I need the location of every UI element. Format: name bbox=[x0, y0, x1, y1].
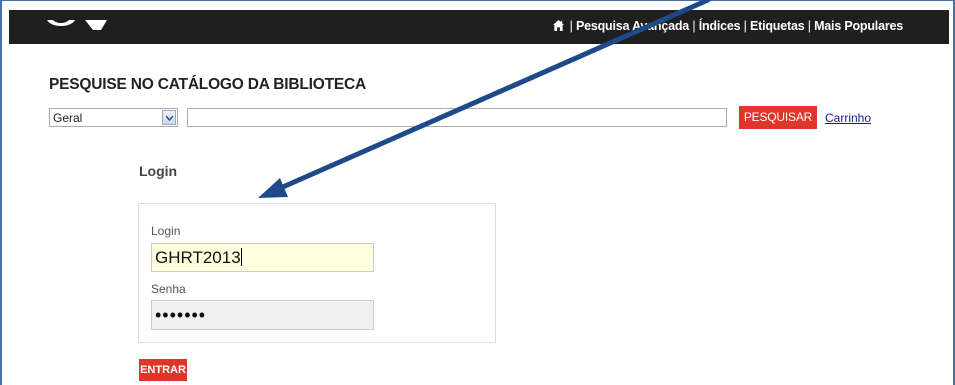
nav-link-advanced-search[interactable]: Pesquisa Avançada bbox=[576, 19, 689, 33]
search-query-input[interactable] bbox=[187, 108, 727, 127]
nav-link-tags[interactable]: Etiquetas bbox=[750, 19, 805, 33]
search-scope-select[interactable]: Geral bbox=[49, 108, 178, 127]
nav-separator: | bbox=[807, 19, 811, 33]
text-caret bbox=[240, 248, 242, 266]
login-submit-button[interactable]: ENTRAR bbox=[139, 359, 187, 381]
home-icon[interactable] bbox=[553, 20, 565, 31]
catalog-search-title: PESQUISE NO CATÁLOGO DA BIBLIOTECA bbox=[49, 76, 366, 93]
login-heading: Login bbox=[139, 163, 178, 179]
library-logo bbox=[47, 20, 107, 30]
nav-link-most-popular[interactable]: Mais Populares bbox=[814, 19, 903, 33]
chevron-down-icon[interactable] bbox=[162, 110, 176, 125]
login-form: Login GHRT2013 Senha ••••••• bbox=[138, 203, 496, 343]
password-field[interactable]: ••••••• bbox=[151, 300, 374, 330]
password-field-label: Senha bbox=[151, 282, 186, 296]
nav-separator: | bbox=[743, 19, 747, 33]
top-navigation-bar: | Pesquisa Avançada | Índices | Etiqueta… bbox=[9, 10, 949, 44]
top-nav-links: | Pesquisa Avançada | Índices | Etiqueta… bbox=[553, 19, 903, 35]
search-scope-value: Geral bbox=[53, 111, 83, 125]
login-field-value: GHRT2013 bbox=[155, 248, 241, 267]
nav-link-indexes[interactable]: Índices bbox=[699, 19, 741, 33]
login-field[interactable]: GHRT2013 bbox=[151, 243, 374, 272]
search-button[interactable]: PESQUISAR bbox=[739, 106, 817, 129]
nav-separator: | bbox=[569, 19, 573, 33]
cart-link[interactable]: Carrinho bbox=[825, 111, 871, 125]
login-field-label: Login bbox=[151, 224, 181, 238]
nav-separator: | bbox=[692, 19, 696, 33]
